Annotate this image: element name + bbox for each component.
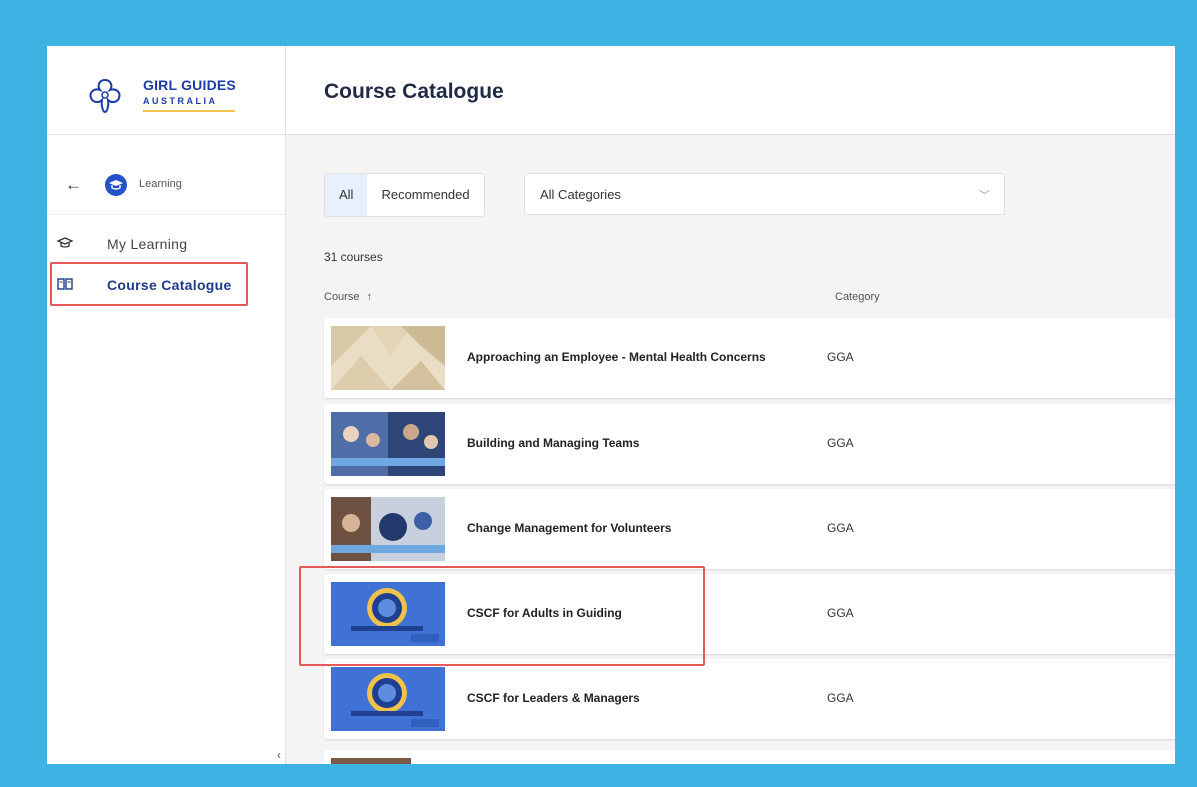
sidebar: GIRL GUIDES AUSTRALIA ← Learning My Lear… bbox=[47, 46, 286, 764]
annotation-highlight bbox=[299, 566, 705, 666]
pattern-thumbnail bbox=[331, 326, 445, 390]
photo-thumbnail bbox=[331, 497, 445, 561]
sidebar-item-label: My Learning bbox=[107, 236, 188, 252]
filter-tabs: All Recommended bbox=[324, 173, 485, 217]
table-row[interactable]: Building and Managing Teams GGA bbox=[324, 404, 1175, 484]
column-header-course[interactable]: Course ↑ bbox=[324, 291, 372, 303]
app-window: GIRL GUIDES AUSTRALIA ← Learning My Lear… bbox=[47, 46, 1175, 764]
photo-thumbnail bbox=[331, 412, 445, 476]
sidebar-item-my-learning[interactable]: My Learning bbox=[47, 230, 285, 258]
course-category: GGA bbox=[827, 436, 854, 450]
collapse-sidebar-icon[interactable]: ‹ bbox=[277, 748, 281, 762]
brand-underline bbox=[143, 110, 235, 112]
course-count: 31 courses bbox=[324, 250, 383, 264]
table-row[interactable] bbox=[324, 750, 1175, 764]
learning-icon bbox=[105, 174, 127, 196]
back-arrow-icon[interactable]: ← bbox=[65, 175, 82, 195]
tab-all[interactable]: All bbox=[325, 174, 368, 216]
page-title: Course Catalogue bbox=[324, 80, 504, 103]
category-select[interactable]: All Categories ﹀ bbox=[524, 173, 1005, 215]
course-category: GGA bbox=[827, 350, 854, 364]
table-row[interactable]: Change Management for Volunteers GGA bbox=[324, 489, 1175, 569]
course-title[interactable]: Approaching an Employee - Mental Health … bbox=[467, 350, 766, 364]
course-title[interactable]: Building and Managing Teams bbox=[467, 436, 639, 450]
annotation-highlight bbox=[50, 262, 248, 306]
tab-recommended[interactable]: Recommended bbox=[367, 174, 483, 216]
course-category: GGA bbox=[827, 521, 854, 535]
table-row[interactable]: Approaching an Employee - Mental Health … bbox=[324, 318, 1175, 398]
column-header-label: Course bbox=[324, 291, 360, 303]
column-header-category[interactable]: Category bbox=[835, 291, 880, 303]
brand-logo[interactable]: GIRL GUIDES AUSTRALIA bbox=[47, 46, 285, 135]
sort-ascending-icon: ↑ bbox=[366, 291, 373, 303]
brand-sub: AUSTRALIA bbox=[143, 96, 218, 106]
photo-thumbnail bbox=[331, 758, 411, 764]
chevron-down-icon: ﹀ bbox=[979, 190, 990, 202]
trefoil-icon bbox=[89, 78, 121, 114]
cscf-thumbnail bbox=[331, 667, 445, 731]
graduation-cap-icon bbox=[57, 237, 73, 248]
category-select-value: All Categories bbox=[540, 187, 621, 202]
course-title[interactable]: CSCF for Leaders & Managers bbox=[467, 691, 640, 705]
course-title[interactable]: Change Management for Volunteers bbox=[467, 521, 671, 535]
learning-label: Learning bbox=[139, 178, 182, 190]
back-to-learning[interactable]: ← Learning bbox=[47, 164, 285, 215]
course-category: GGA bbox=[827, 691, 854, 705]
table-row[interactable]: CSCF for Leaders & Managers GGA bbox=[324, 659, 1175, 739]
page-header: Course Catalogue bbox=[286, 46, 1175, 135]
course-category: GGA bbox=[827, 606, 854, 620]
brand-name: GIRL GUIDES bbox=[143, 77, 236, 93]
